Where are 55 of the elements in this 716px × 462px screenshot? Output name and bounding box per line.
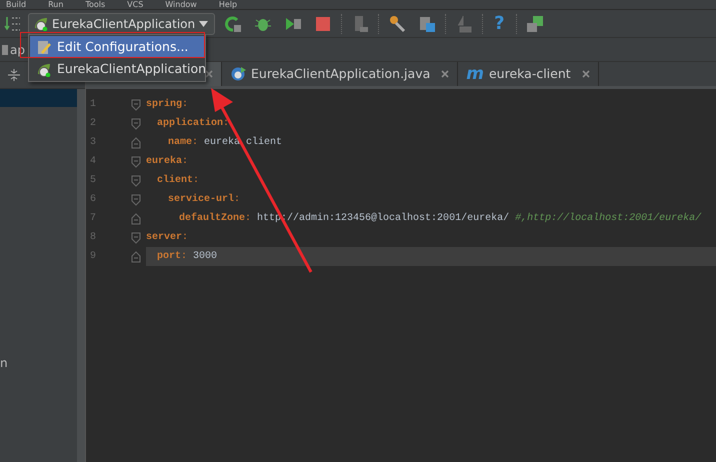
code-line: service-url: (167, 192, 242, 207)
fold-icon[interactable] (130, 98, 142, 110)
line-number: 1 (89, 98, 98, 112)
fold-icon[interactable] (130, 194, 142, 206)
menu-item[interactable]: Edit Configurations... (30, 36, 204, 58)
spring-app-icon (36, 62, 51, 76)
code-line: spring: (146, 98, 190, 112)
menu-item[interactable]: VCS (127, 0, 144, 9)
fold-icon[interactable] (130, 156, 142, 168)
editor-tab[interactable]: m eureka-client (458, 62, 599, 86)
fold-icon[interactable] (130, 174, 142, 186)
fold-icon[interactable] (130, 232, 142, 244)
menu-item[interactable]: Help (218, 0, 238, 9)
code-line: name: eureka client (167, 136, 284, 150)
line-number: 4 (89, 155, 98, 169)
scrollbar[interactable] (77, 89, 85, 462)
close-icon[interactable] (441, 70, 450, 78)
stop-icon[interactable] (314, 14, 332, 32)
caret-icon (199, 20, 208, 26)
fold-end-icon[interactable] (130, 212, 142, 224)
maven-icon: m (466, 66, 484, 82)
pencil-document-icon (36, 40, 51, 54)
line-number: 7 (89, 212, 98, 226)
menu-item[interactable]: Tools (85, 0, 106, 9)
run-configuration-dropdown[interactable]: EurekaClientApplication (28, 12, 216, 34)
menu-item[interactable]: Run (48, 0, 64, 9)
close-icon[interactable] (582, 70, 590, 78)
fold-icon[interactable] (130, 118, 142, 130)
line-number: 2 (89, 117, 98, 131)
fold-end-icon[interactable] (130, 136, 142, 148)
help-button[interactable]: ? (494, 14, 505, 32)
menu-item[interactable]: Build (6, 0, 26, 9)
menu-item[interactable]: Window (165, 0, 197, 9)
java-file-icon (230, 66, 246, 82)
line-number: 8 (89, 231, 98, 245)
menu-item[interactable]: EurekaClientApplication (30, 58, 204, 80)
collapse-icon[interactable] (8, 69, 20, 81)
code-line: eureka: (146, 154, 190, 169)
fold-end-icon[interactable] (130, 250, 142, 262)
sdk-icon[interactable] (526, 14, 544, 32)
spring-app-icon (33, 16, 48, 31)
line-number: 3 (89, 136, 98, 150)
line-number: 9 (89, 250, 98, 264)
code-line: application: (156, 116, 230, 131)
line-number: 6 (89, 193, 98, 207)
close-icon[interactable] (205, 70, 213, 78)
code-line: client: (156, 174, 200, 188)
module-icon (2, 44, 8, 56)
editor-tab[interactable]: EurekaClientApplication.java (222, 62, 458, 86)
tree-item[interactable]: n (0, 356, 8, 370)
code-line: server: (146, 231, 190, 245)
sort-icon[interactable] (4, 14, 22, 32)
structure-icon[interactable] (418, 14, 436, 32)
line-number: 5 (89, 174, 98, 188)
rerun-icon[interactable] (224, 14, 242, 32)
